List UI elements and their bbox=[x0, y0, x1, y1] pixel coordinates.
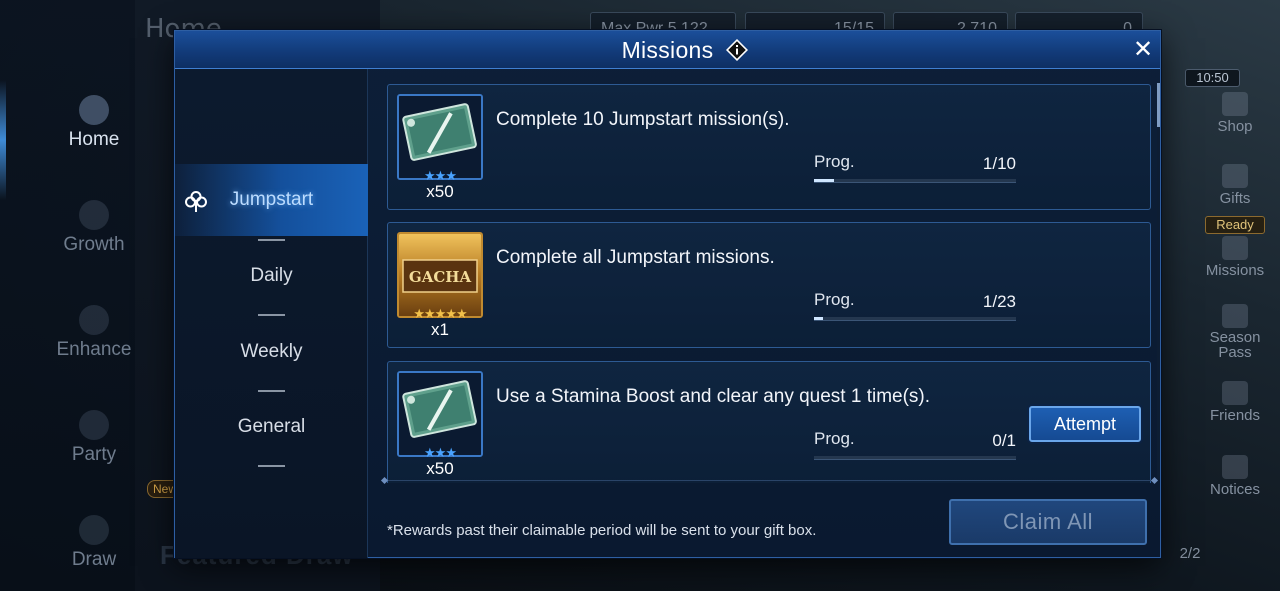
progress-value: 1/23 bbox=[982, 292, 1016, 311]
nav-enhance-label: Enhance bbox=[56, 339, 132, 360]
nav-enhance[interactable]: Enhance bbox=[40, 305, 148, 361]
nav-home[interactable]: Home bbox=[40, 95, 148, 151]
gift-icon bbox=[1222, 164, 1248, 188]
tab-divider bbox=[258, 465, 285, 467]
ready-badge: Ready bbox=[1205, 216, 1265, 234]
enhance-icon bbox=[79, 305, 109, 335]
gacha-ticket-icon: GACHA bbox=[399, 234, 481, 316]
tab-general-label: General bbox=[237, 416, 306, 437]
progress-bar-fill bbox=[814, 317, 823, 320]
dialog-title: Missions bbox=[621, 37, 714, 63]
reward-quantity: x1 bbox=[431, 320, 449, 339]
mission-card: ★★★ x50 Complete 10 Jumpstart mission(s)… bbox=[387, 84, 1151, 210]
growth-icon bbox=[79, 200, 109, 230]
cart-icon bbox=[1222, 92, 1248, 116]
gift-box-footnote: *Rewards past their claimable period wil… bbox=[387, 522, 817, 539]
nav-gifts[interactable]: Gifts bbox=[1195, 164, 1275, 207]
nav-friends[interactable]: Friends bbox=[1195, 381, 1275, 424]
nav-notices[interactable]: Notices bbox=[1195, 455, 1275, 498]
nav-party-label: Party bbox=[71, 444, 117, 465]
progress-label: Prog. bbox=[814, 290, 855, 309]
progress-bar bbox=[814, 179, 1016, 183]
weapon-ticket-icon bbox=[399, 96, 481, 178]
weapon-ticket-icon bbox=[399, 373, 481, 455]
tab-weekly-label: Weekly bbox=[240, 341, 303, 362]
progress-bar bbox=[814, 317, 1016, 321]
mission-list[interactable]: ★★★ x50 Complete 10 Jumpstart mission(s)… bbox=[379, 79, 1151, 483]
nav-glow bbox=[0, 80, 6, 200]
progress-label: Prog. bbox=[814, 429, 855, 448]
nav-season-pass[interactable]: Season Pass bbox=[1195, 304, 1275, 360]
missions-dialog: Missions ✕ Jumpstart Daily Weekly Genera… bbox=[174, 30, 1161, 558]
tab-jumpstart[interactable]: Jumpstart bbox=[175, 164, 368, 236]
reward-quantity: x50 bbox=[426, 182, 454, 201]
reward-quantity: x50 bbox=[426, 459, 454, 478]
progress-label: Prog. bbox=[814, 152, 855, 171]
home-icon bbox=[79, 95, 109, 125]
home-side-nav-bg bbox=[0, 0, 135, 591]
progress-value: 0/1 bbox=[992, 431, 1016, 450]
nav-draw[interactable]: Draw bbox=[40, 515, 148, 571]
nav-growth[interactable]: Growth bbox=[40, 200, 148, 256]
mission-card: ★★★ x50 Use a Stamina Boost and clear an… bbox=[387, 361, 1151, 483]
info-icon[interactable] bbox=[726, 39, 748, 61]
mail-icon bbox=[1222, 455, 1248, 479]
nav-growth-label: Growth bbox=[63, 234, 125, 255]
mission-card: GACHA ★★★★★ x1 Complete all Jumpstart mi… bbox=[387, 222, 1151, 348]
close-button[interactable]: ✕ bbox=[1130, 37, 1156, 63]
tab-weekly[interactable]: Weekly bbox=[175, 316, 368, 388]
mission-list-scrollbar[interactable] bbox=[1157, 83, 1160, 479]
progress-value: 1/10 bbox=[982, 154, 1016, 173]
progress-bar bbox=[814, 456, 1016, 460]
reward-rarity-stars: ★★★ bbox=[424, 445, 457, 460]
nav-missions-label: Missions bbox=[1205, 262, 1265, 279]
claim-all-button[interactable]: Claim All bbox=[949, 499, 1147, 545]
nav-missions[interactable]: Missions bbox=[1195, 236, 1275, 279]
nav-home-label: Home bbox=[68, 129, 120, 150]
missions-icon bbox=[1222, 236, 1248, 260]
nav-friends-label: Friends bbox=[1209, 407, 1261, 424]
nav-gifts-label: Gifts bbox=[1219, 190, 1251, 207]
clover-icon bbox=[185, 191, 207, 212]
nav-shop-label: Shop bbox=[1217, 118, 1253, 135]
dialog-header: Missions ✕ bbox=[175, 31, 1160, 69]
mission-description: Use a Stamina Boost and clear any quest … bbox=[496, 386, 931, 407]
reward-rarity-stars: ★★★★★ bbox=[413, 306, 467, 321]
progress-bar-fill bbox=[814, 179, 835, 182]
tab-daily-label: Daily bbox=[250, 265, 293, 286]
attempt-button[interactable]: Attempt bbox=[1029, 406, 1141, 442]
clock: 10:50 bbox=[1185, 69, 1240, 87]
tab-jumpstart-label: Jumpstart bbox=[229, 189, 314, 210]
nav-shop[interactable]: Shop bbox=[1195, 92, 1275, 135]
scrollbar-thumb[interactable] bbox=[1157, 83, 1160, 127]
mission-tabs: Jumpstart Daily Weekly General bbox=[175, 69, 368, 558]
draw-icon bbox=[79, 515, 109, 545]
page-indicator: 2/2 bbox=[1179, 545, 1201, 562]
friends-icon bbox=[1222, 381, 1248, 405]
list-divider bbox=[385, 480, 1155, 481]
nav-draw-label: Draw bbox=[71, 549, 117, 570]
mission-description: Complete 10 Jumpstart mission(s). bbox=[496, 109, 790, 130]
nav-party[interactable]: Party bbox=[40, 410, 148, 466]
tab-daily[interactable]: Daily bbox=[175, 240, 368, 312]
nav-notices-label: Notices bbox=[1209, 481, 1261, 498]
party-icon bbox=[79, 410, 109, 440]
reward-rarity-stars: ★★★ bbox=[424, 168, 457, 183]
gacha-ticket-text: GACHA bbox=[409, 268, 472, 286]
season-pass-icon bbox=[1222, 304, 1248, 328]
tab-general[interactable]: General bbox=[175, 391, 368, 463]
nav-season-pass-label: Season Pass bbox=[1209, 329, 1261, 361]
mission-description: Complete all Jumpstart missions. bbox=[496, 247, 775, 268]
